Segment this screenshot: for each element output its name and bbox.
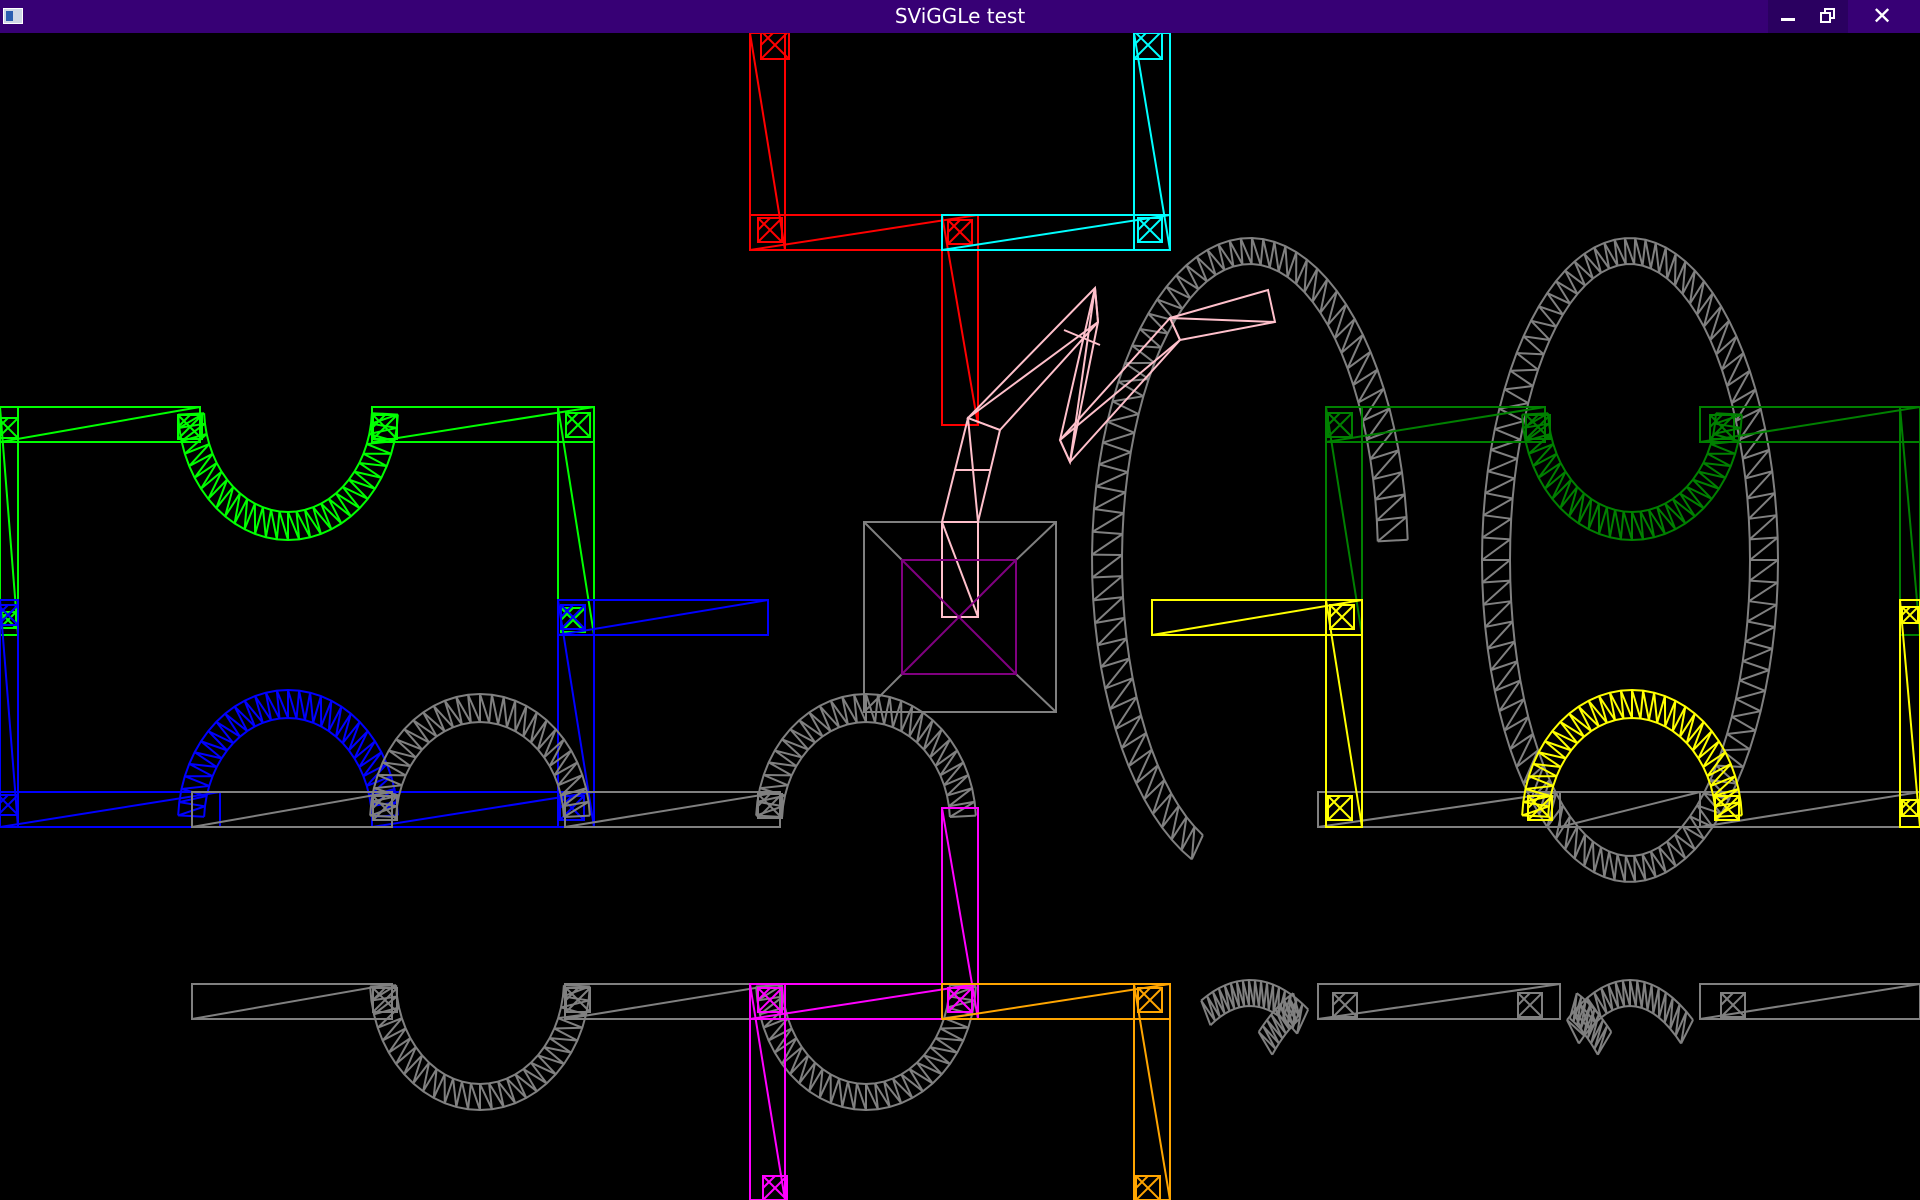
cyan-frame (941, 33, 1171, 251)
minimize-button[interactable] (1768, 0, 1808, 33)
orange-frame (941, 983, 1171, 1200)
maximize-button[interactable] (1808, 0, 1848, 33)
pink-zigzag (940, 285, 1277, 618)
purple-square (901, 559, 1017, 675)
dark-green-frame (1325, 406, 1920, 636)
red-frame (749, 33, 979, 426)
title-bar[interactable]: SViGGLe test ✕ (0, 0, 1920, 33)
minimize-icon (1781, 18, 1795, 21)
render-canvas (0, 33, 1920, 1200)
window-title: SViGGLe test (894, 4, 1026, 28)
magenta-frame (749, 807, 979, 1200)
close-button[interactable]: ✕ (1860, 0, 1904, 33)
app-window: SViGGLe test ✕ (0, 0, 1920, 1200)
close-icon: ✕ (1871, 2, 1893, 30)
wireframe-scene (0, 33, 1920, 1200)
green-frame (0, 406, 595, 636)
